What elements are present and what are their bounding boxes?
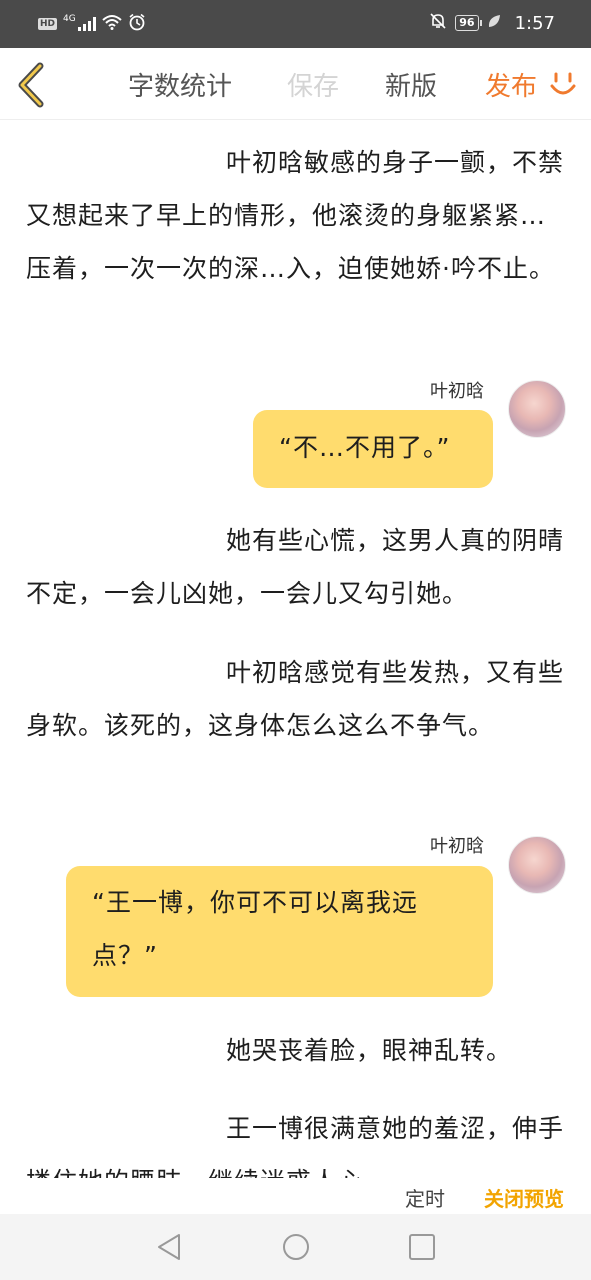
- new-version-button[interactable]: 新版: [385, 66, 437, 103]
- close-preview-button[interactable]: 关闭预览: [484, 1183, 564, 1212]
- hd-badge: HD: [38, 17, 58, 30]
- preview-content[interactable]: 叶初晗敏感的身子一颤，不禁又想起来了早上的情形，他滚烫的身躯紧紧…压着，一次一次…: [0, 122, 591, 1178]
- mute-icon: [429, 12, 447, 34]
- chevron-left-icon: [18, 62, 44, 108]
- preview-actions: 定时 关闭预览: [0, 1178, 591, 1214]
- signal-icon: [77, 16, 96, 31]
- wifi-icon: [102, 14, 122, 33]
- alarm-icon: [128, 13, 146, 34]
- nav-recents-icon[interactable]: [407, 1232, 437, 1262]
- paragraph: 叶初晗敏感的身子一颤，不禁又想起来了早上的情形，他滚烫的身躯紧紧…压着，一次一次…: [26, 148, 565, 283]
- speaker-name: 叶初晗: [430, 381, 484, 402]
- nav-back-icon[interactable]: [155, 1232, 185, 1262]
- battery-icon: 96: [455, 15, 482, 31]
- publish-button[interactable]: 发布: [485, 66, 537, 103]
- network-type: 4G: [63, 13, 76, 24]
- nav-home-icon[interactable]: [281, 1232, 311, 1262]
- status-bar: HD 4G 96 1:57: [0, 0, 591, 48]
- paragraph: 她有些心慌，这男人真的阴晴不定，一会儿凶她，一会儿又勾引她。: [26, 526, 565, 608]
- avatar[interactable]: [508, 380, 566, 438]
- word-count-button[interactable]: 字数统计: [128, 66, 232, 103]
- dialogue-bubble: “王一博，你可不可以离我远点？”: [66, 866, 493, 997]
- timer-button[interactable]: 定时: [405, 1183, 445, 1212]
- dialogue-bubble: “不…不用了。”: [253, 410, 493, 488]
- paragraph: 叶初晗感觉有些发热，又有些身软。该死的，这身体怎么这么不争气。: [26, 658, 565, 740]
- dialogue-text: “不…不用了。”: [279, 433, 451, 462]
- avatar[interactable]: [508, 836, 566, 894]
- smile-icon[interactable]: [549, 68, 577, 100]
- paragraph: 王一博很满意她的羞涩，伸手搂住她的腰肢，继续迷惑人心: [26, 1114, 565, 1178]
- leaf-icon: [487, 13, 501, 33]
- system-nav-bar: [0, 1214, 591, 1280]
- paragraph: 她哭丧着脸，眼神乱转。: [226, 1036, 513, 1065]
- clock-time: 1:57: [514, 12, 555, 34]
- speaker-name: 叶初晗: [430, 836, 484, 857]
- back-button[interactable]: [10, 58, 56, 110]
- editor-toolbar: 字数统计 保存 新版 发布: [0, 48, 591, 120]
- save-button[interactable]: 保存: [287, 66, 339, 103]
- dialogue-text: “王一博，你可不可以离我远点？”: [92, 888, 418, 970]
